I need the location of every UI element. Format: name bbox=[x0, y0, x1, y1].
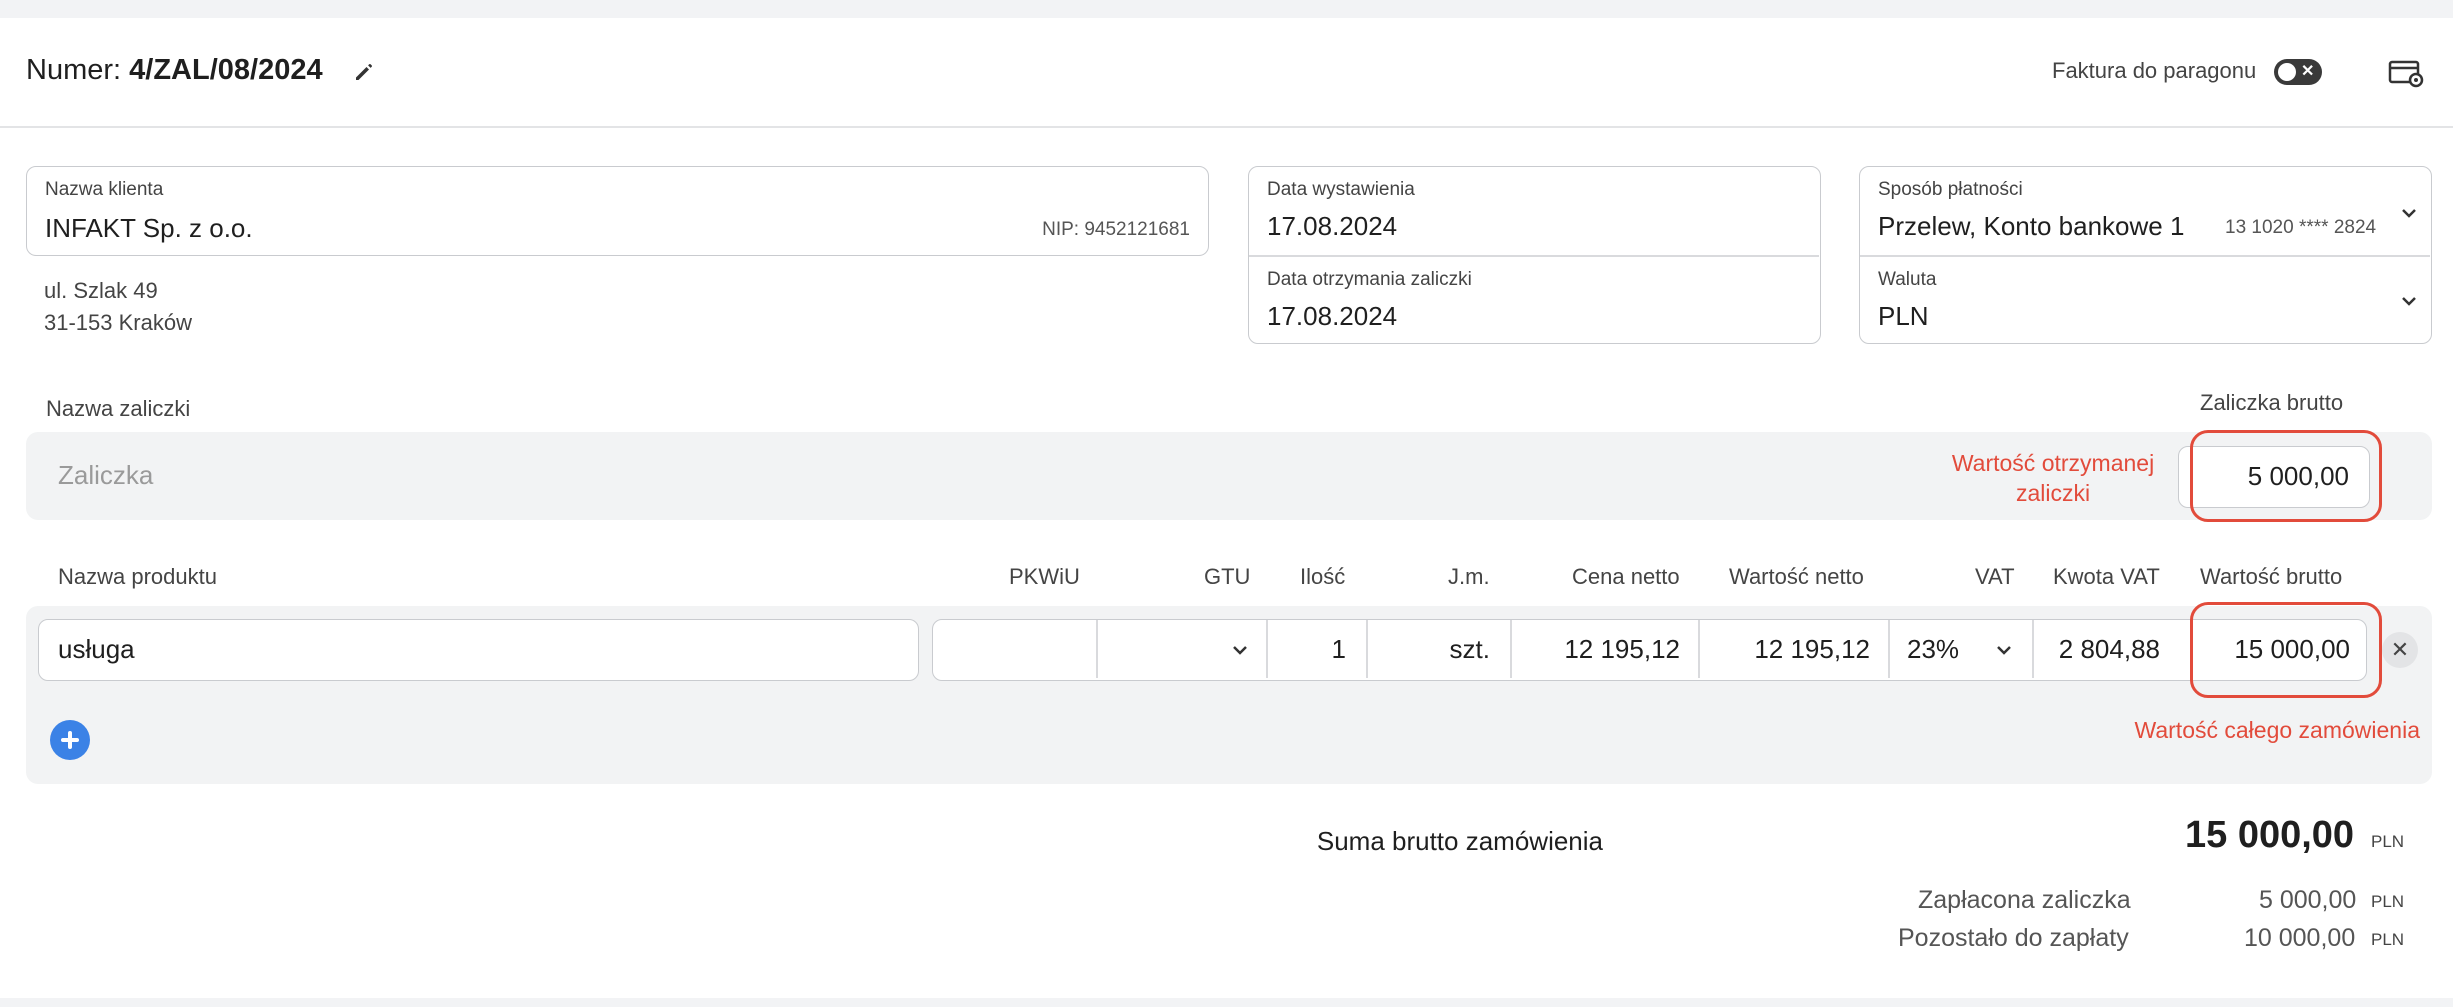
invoice-number-value: 4/ZAL/08/2024 bbox=[129, 54, 323, 86]
remaining-value: 10 000,00 bbox=[2244, 924, 2356, 952]
client-address-street: ul. Szlak 49 bbox=[44, 278, 158, 303]
client-field[interactable]: Nazwa klienta INFAKT Sp. z o.o. NIP: 945… bbox=[26, 166, 1209, 256]
col-net-value: Wartość netto bbox=[1729, 564, 1864, 589]
net-price-input[interactable]: 12 195,12 bbox=[1564, 634, 1680, 665]
paid-advance-value: 5 000,00 bbox=[2259, 886, 2357, 914]
issue-date-input[interactable]: 17.08.2024 bbox=[1267, 211, 1397, 242]
remaining-label: Pozostało do zapłaty bbox=[1898, 924, 2129, 952]
toggle-knob bbox=[2278, 63, 2296, 81]
net-value-input[interactable]: 12 195,12 bbox=[1754, 634, 1870, 665]
gross-total-label: Suma brutto zamówienia bbox=[1316, 826, 1603, 856]
cell-divider bbox=[1096, 620, 1098, 678]
col-gtu: GTU bbox=[1204, 564, 1251, 589]
chevron-down-icon[interactable] bbox=[2400, 295, 2418, 307]
bank-account-number: 13 1020 **** 2824 bbox=[2225, 217, 2377, 238]
client-address-city: 31-153 Kraków bbox=[44, 310, 192, 335]
product-name-input[interactable] bbox=[38, 619, 919, 681]
advance-name-input[interactable]: Zaliczka bbox=[58, 460, 153, 491]
col-qty: Ilość bbox=[1300, 564, 1346, 589]
client-name: INFAKT Sp. z o.o. bbox=[45, 213, 253, 243]
payment-divider bbox=[1860, 255, 2430, 257]
dates-divider bbox=[1249, 255, 1819, 257]
currency-label: Waluta bbox=[1878, 269, 1937, 290]
vat-select[interactable]: 23% bbox=[1907, 634, 1959, 665]
received-date-label: Data otrzymania zaliczki bbox=[1267, 269, 1472, 290]
receipt-invoice-toggle[interactable]: ✕ bbox=[2274, 59, 2322, 85]
cell-divider bbox=[1698, 620, 1700, 678]
paid-advance-label: Zapłacona zaliczka bbox=[1918, 886, 2131, 914]
gross-value-highlight bbox=[2190, 602, 2382, 698]
col-vat: VAT bbox=[1975, 564, 2015, 589]
order-value-note: Wartość całego zamówienia bbox=[2134, 717, 2421, 743]
chevron-down-icon[interactable] bbox=[1231, 644, 1249, 656]
unit-input[interactable]: szt. bbox=[1450, 634, 1490, 665]
advance-highlight bbox=[2190, 430, 2382, 522]
cell-divider bbox=[1266, 620, 1268, 678]
remaining-currency: PLN bbox=[2371, 930, 2405, 949]
advance-note: Wartość otrzymanej zaliczki bbox=[1951, 450, 2155, 506]
client-label: Nazwa klienta bbox=[45, 179, 164, 200]
header-divider bbox=[0, 126, 2453, 128]
product-name-value: usługa bbox=[58, 634, 135, 664]
client-nip: NIP: 9452121681 bbox=[1042, 219, 1190, 240]
col-vat-amount: Kwota VAT bbox=[2053, 564, 2160, 589]
cell-divider bbox=[1510, 620, 1512, 678]
qty-input[interactable]: 1 bbox=[1332, 634, 1346, 665]
payment-method-select[interactable]: Przelew, Konto bankowe 1 bbox=[1878, 211, 2184, 242]
advance-gross-label: Zaliczka brutto bbox=[2200, 390, 2344, 415]
toggle-off-icon: ✕ bbox=[2301, 63, 2315, 80]
payment-field: Sposób płatności Przelew, Konto bankowe … bbox=[1859, 166, 2432, 344]
cell-divider bbox=[1366, 620, 1368, 678]
gross-total-currency: PLN bbox=[2371, 832, 2405, 851]
vat-amount-value: 2 804,88 bbox=[2058, 634, 2160, 664]
gross-total-value: 15 000,00 bbox=[2185, 814, 2355, 856]
currency-select[interactable]: PLN bbox=[1878, 301, 1929, 332]
advance-name-label: Nazwa zaliczki bbox=[46, 396, 191, 421]
col-product-name: Nazwa produktu bbox=[58, 564, 217, 589]
receipt-invoice-label: Faktura do paragonu bbox=[2052, 58, 2257, 83]
settings-icon[interactable] bbox=[2388, 58, 2424, 88]
col-net-price: Cena netto bbox=[1572, 564, 1680, 589]
plus-icon[interactable] bbox=[50, 720, 90, 760]
paid-advance-currency: PLN bbox=[2371, 892, 2405, 911]
close-icon[interactable]: ✕ bbox=[2382, 632, 2418, 668]
dates-field: Data wystawienia 17.08.2024 Data otrzyma… bbox=[1248, 166, 1821, 344]
invoice-number-label: Numer: bbox=[26, 54, 122, 86]
pencil-icon[interactable] bbox=[352, 60, 376, 84]
cell-divider bbox=[1888, 620, 1890, 678]
cell-divider bbox=[2032, 620, 2034, 678]
payment-method-label: Sposób płatności bbox=[1878, 179, 2023, 200]
col-unit: J.m. bbox=[1448, 564, 1490, 589]
issue-date-label: Data wystawienia bbox=[1267, 179, 1415, 200]
chevron-down-icon[interactable] bbox=[1995, 644, 2013, 656]
col-pkwiu: PKWiU bbox=[1009, 564, 1080, 589]
col-gross-value: Wartość brutto bbox=[2200, 564, 2343, 589]
invoice-number: Numer: 4/ZAL/08/2024 bbox=[26, 54, 323, 87]
received-date-input[interactable]: 17.08.2024 bbox=[1267, 301, 1397, 332]
chevron-down-icon[interactable] bbox=[2400, 207, 2418, 219]
